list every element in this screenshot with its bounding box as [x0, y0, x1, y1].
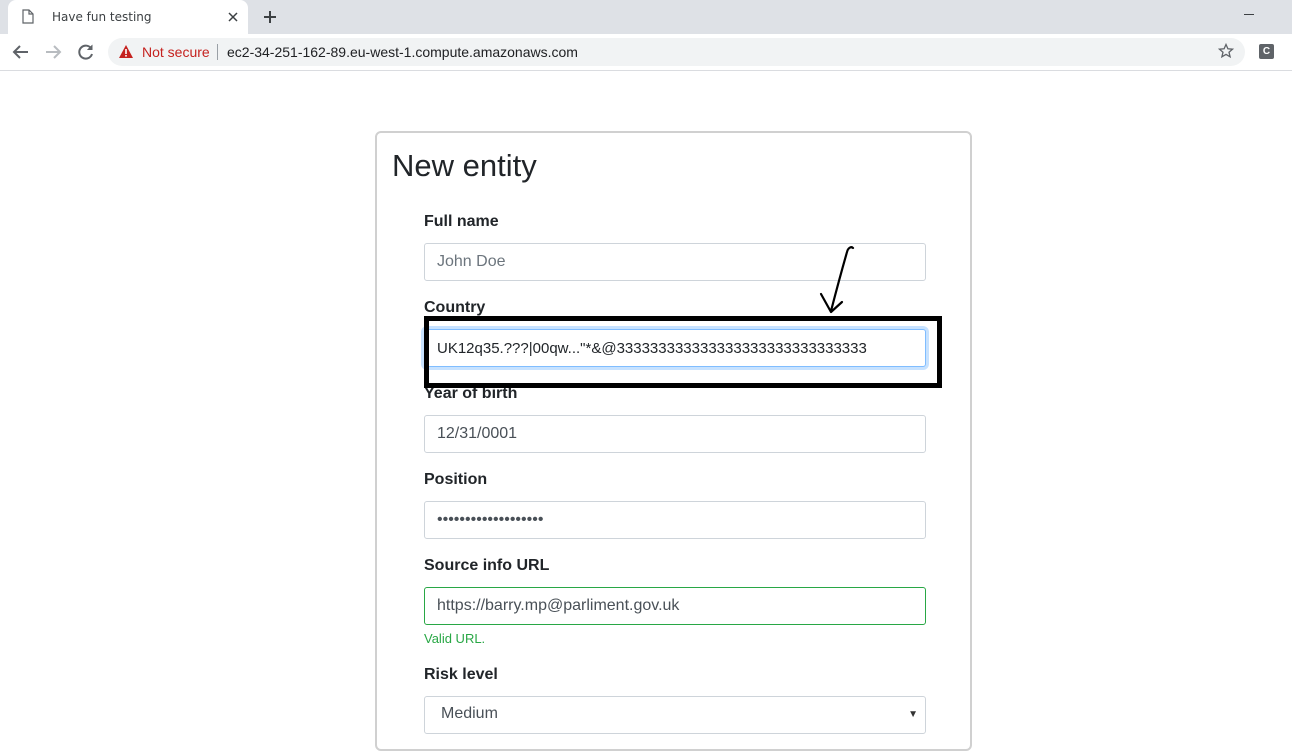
page-icon — [22, 9, 34, 29]
full-name-input[interactable] — [424, 243, 926, 281]
browser-tab[interactable]: Have fun testing — [8, 0, 248, 34]
forward-arrow-icon[interactable] — [44, 43, 62, 66]
bookmark-star-icon[interactable] — [1217, 42, 1235, 64]
country-input[interactable] — [424, 329, 926, 367]
new-tab-button[interactable] — [262, 9, 278, 30]
browser-toolbar: Not secure ec2-34-251-162-89.eu-west-1.c… — [0, 34, 1292, 71]
warning-icon[interactable] — [118, 44, 134, 64]
security-status[interactable]: Not secure — [142, 44, 210, 60]
divider — [217, 44, 218, 60]
tab-title: Have fun testing — [52, 10, 152, 24]
source-url-label: Source info URL — [424, 557, 550, 574]
country-label: Country — [424, 299, 486, 316]
position-input[interactable] — [424, 501, 926, 539]
extension-button[interactable]: C — [1259, 44, 1274, 59]
full-name-label: Full name — [424, 213, 499, 230]
address-bar[interactable]: Not secure ec2-34-251-162-89.eu-west-1.c… — [108, 38, 1245, 66]
position-label: Position — [424, 471, 488, 488]
close-icon[interactable] — [227, 10, 239, 28]
reload-icon[interactable] — [77, 43, 95, 66]
url-valid-feedback: Valid URL. — [424, 631, 486, 646]
tab-strip: Have fun testing — [0, 0, 1292, 34]
risk-level-label: Risk level — [424, 666, 498, 683]
minimize-button[interactable] — [1244, 14, 1254, 15]
url-text[interactable]: ec2-34-251-162-89.eu-west-1.compute.amaz… — [227, 44, 578, 60]
page-title: New entity — [392, 148, 537, 183]
back-arrow-icon[interactable] — [12, 43, 30, 66]
year-of-birth-input[interactable] — [424, 415, 926, 453]
source-url-input[interactable] — [424, 587, 926, 625]
dropdown-caret-icon: ▼ — [908, 709, 918, 720]
risk-level-value: Medium — [441, 705, 498, 722]
risk-level-select[interactable]: Medium ▼ — [424, 696, 926, 734]
year-of-birth-label: Year of birth — [424, 385, 518, 402]
